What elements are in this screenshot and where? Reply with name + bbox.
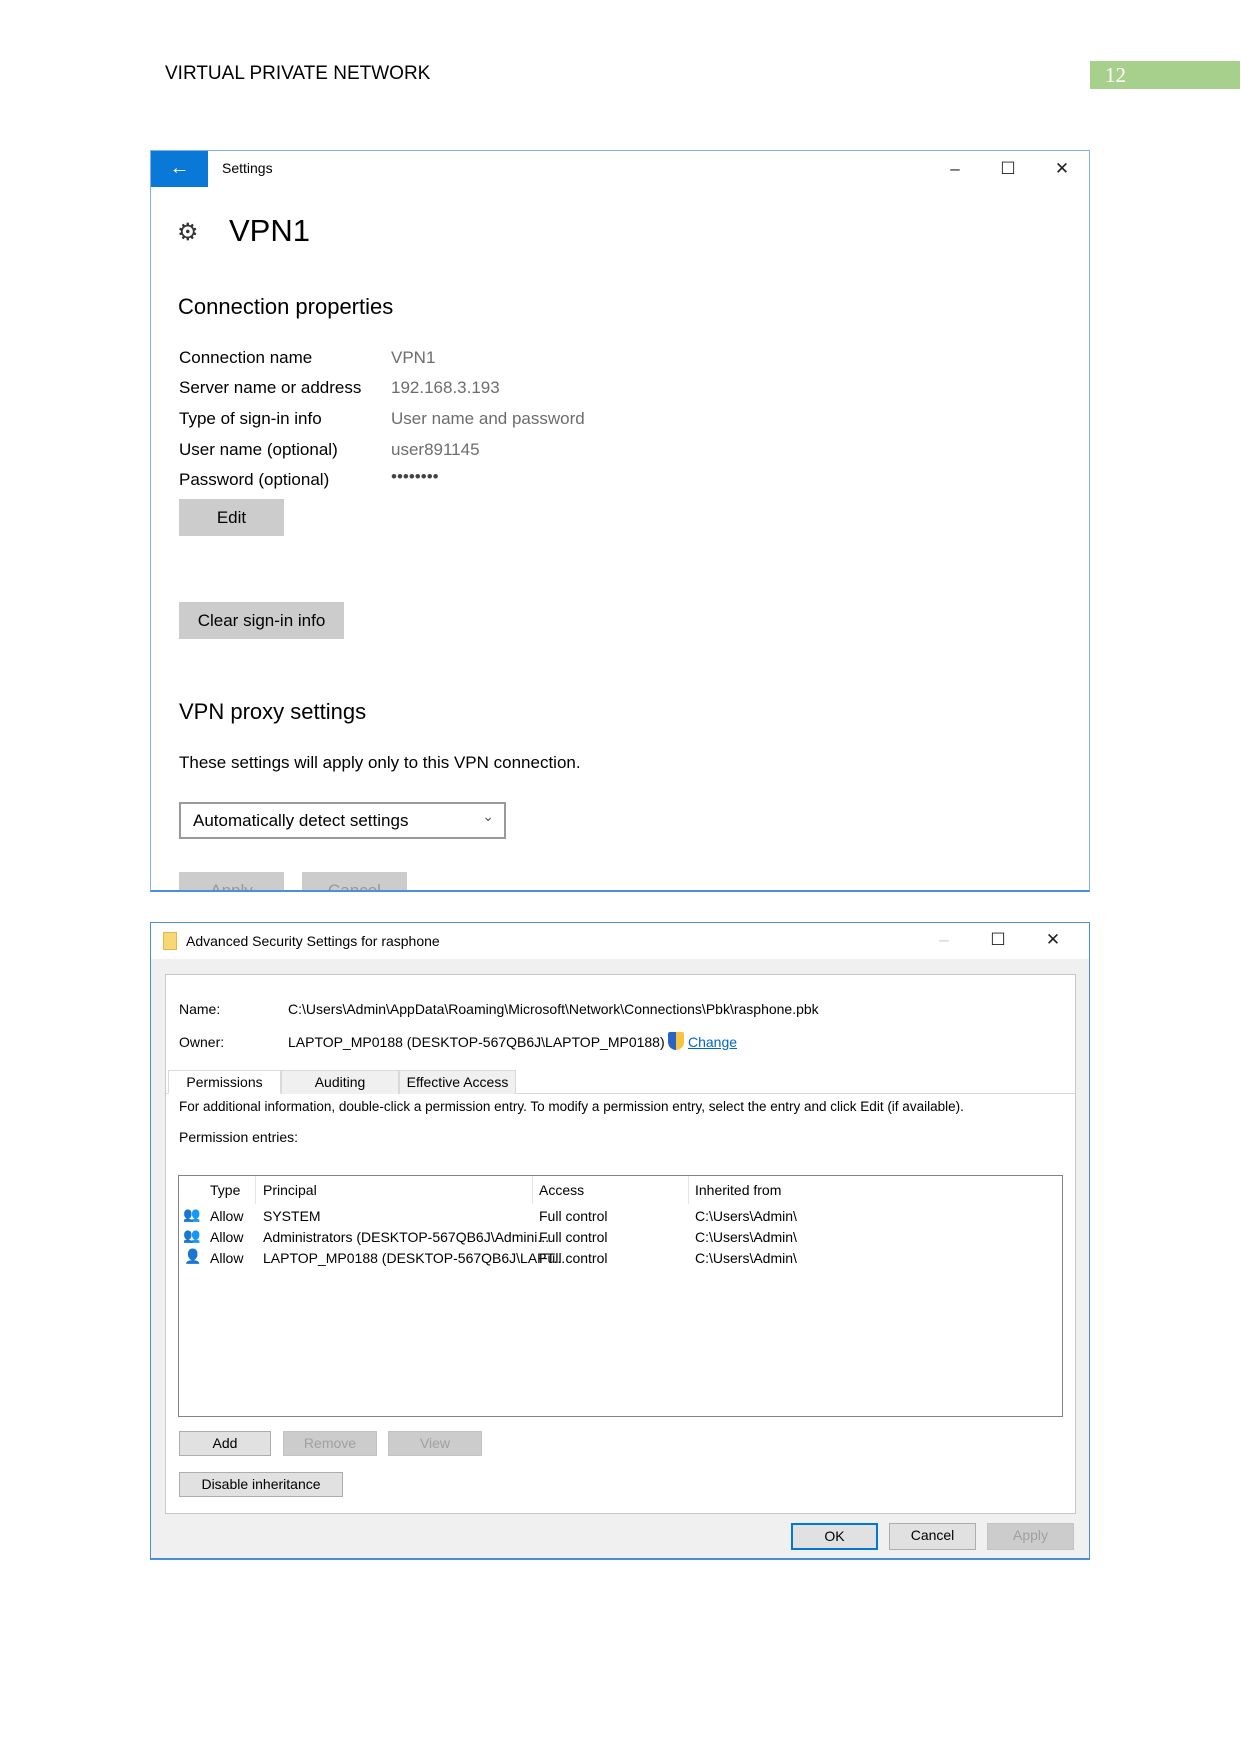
table-row[interactable]: 👤 Allow LAPTOP_MP0188 (DESKTOP-567QB6J\L… — [179, 1248, 1062, 1270]
disable-inheritance-button[interactable]: Disable inheritance — [179, 1472, 343, 1497]
remove-button[interactable]: Remove — [283, 1431, 377, 1456]
proxy-note: These settings will apply only to this V… — [179, 753, 581, 772]
clear-sign-in-button[interactable]: Clear sign-in info — [179, 602, 344, 639]
minimize-button[interactable]: – — [940, 156, 970, 182]
property-value: 192.168.3.193 — [391, 378, 500, 397]
folder-icon — [163, 932, 177, 950]
property-label: Server name or address — [179, 378, 362, 397]
cell-inherited: C:\Users\Admin\ — [695, 1250, 797, 1266]
column-separator — [688, 1176, 689, 1204]
settings-window: ← Settings – ☐ ✕ ⚙ VPN1 Connection prope… — [150, 150, 1090, 892]
property-value: •••••••• — [391, 467, 439, 486]
apply-button[interactable]: Apply — [179, 872, 284, 890]
cell-inherited: C:\Users\Admin\ — [695, 1208, 797, 1224]
column-separator — [532, 1176, 533, 1204]
cell-principal: SYSTEM — [263, 1208, 321, 1224]
view-button[interactable]: View — [388, 1431, 482, 1456]
page-number: 12 — [1090, 61, 1240, 89]
edit-button[interactable]: Edit — [179, 499, 284, 536]
property-label: Password (optional) — [179, 470, 330, 489]
group-icon: 👥 — [183, 1206, 201, 1222]
owner-label: Owner: — [179, 1034, 225, 1050]
chevron-down-icon: ⌄ — [482, 808, 494, 824]
proxy-select-value: Automatically detect settings — [193, 811, 409, 830]
arrow-left-icon: ← — [169, 157, 190, 179]
document-header: VIRTUAL PRIVATE NETWORK — [165, 63, 431, 84]
apply-button[interactable]: Apply — [987, 1523, 1074, 1550]
cell-access: Full control — [539, 1208, 608, 1224]
cell-access: Full control — [539, 1250, 608, 1266]
table-row[interactable]: 👥 Allow SYSTEM Full control C:\Users\Adm… — [179, 1206, 1062, 1228]
window-title: Advanced Security Settings for rasphone — [186, 933, 440, 949]
cancel-button[interactable]: Cancel — [889, 1523, 976, 1550]
ok-button[interactable]: OK — [791, 1523, 878, 1550]
close-button[interactable]: ✕ — [1038, 927, 1068, 953]
name-value: C:\Users\Admin\AppData\Roaming\Microsoft… — [288, 1001, 819, 1017]
permission-entries-list[interactable]: Type Principal Access Inherited from 👥 A… — [178, 1175, 1063, 1417]
cell-principal: LAPTOP_MP0188 (DESKTOP-567QB6J\LAPT... — [263, 1250, 566, 1266]
property-label: Type of sign-in info — [179, 409, 322, 428]
property-value: User name and password — [391, 409, 585, 428]
column-access[interactable]: Access — [539, 1182, 584, 1198]
shield-icon — [668, 1032, 684, 1050]
back-button[interactable]: ← — [151, 151, 208, 187]
gear-icon: ⚙ — [177, 219, 199, 246]
cell-inherited: C:\Users\Admin\ — [695, 1229, 797, 1245]
column-type[interactable]: Type — [210, 1182, 240, 1198]
property-label: User name (optional) — [179, 440, 338, 459]
user-icon: 👤 — [184, 1248, 202, 1264]
group-icon: 👥 — [183, 1227, 201, 1243]
vpn-proxy-heading: VPN proxy settings — [179, 699, 367, 724]
column-separator — [255, 1176, 256, 1204]
property-value: user891145 — [391, 440, 480, 459]
property-value: VPN1 — [391, 348, 436, 367]
tab-effective-access[interactable]: Effective Access — [399, 1070, 516, 1094]
connection-properties-heading: Connection properties — [178, 294, 394, 319]
proxy-select[interactable]: Automatically detect settings ⌄ — [179, 802, 506, 839]
column-inherited[interactable]: Inherited from — [695, 1182, 781, 1198]
page-title: VPN1 — [229, 213, 310, 248]
cell-type: Allow — [210, 1250, 244, 1266]
owner-value: LAPTOP_MP0188 (DESKTOP-567QB6J\LAPTOP_MP… — [288, 1034, 665, 1050]
cell-type: Allow — [210, 1208, 244, 1224]
minimize-button[interactable]: – — [929, 927, 959, 953]
cell-type: Allow — [210, 1229, 244, 1245]
tab-permissions[interactable]: Permissions — [168, 1070, 281, 1094]
maximize-button[interactable]: ☐ — [993, 156, 1023, 182]
add-button[interactable]: Add — [179, 1431, 271, 1456]
cell-access: Full control — [539, 1229, 608, 1245]
property-label: Connection name — [179, 348, 313, 367]
table-row[interactable]: 👥 Allow Administrators (DESKTOP-567QB6J\… — [179, 1227, 1062, 1249]
advanced-security-window: Advanced Security Settings for rasphone … — [150, 922, 1090, 1560]
entries-label: Permission entries: — [179, 1129, 299, 1145]
name-label: Name: — [179, 1001, 221, 1017]
info-text: For additional information, double-click… — [179, 1099, 964, 1114]
cell-principal: Administrators (DESKTOP-567QB6J\Admini..… — [263, 1229, 550, 1245]
cancel-button[interactable]: Cancel — [302, 872, 407, 890]
close-button[interactable]: ✕ — [1047, 156, 1077, 182]
window-title: Settings — [222, 160, 273, 176]
permissions-panel: Name: C:\Users\Admin\AppData\Roaming\Mic… — [165, 974, 1076, 1514]
column-principal[interactable]: Principal — [263, 1182, 317, 1198]
change-owner-link[interactable]: Change — [688, 1034, 737, 1050]
tab-auditing[interactable]: Auditing — [281, 1070, 399, 1094]
maximize-button[interactable]: ☐ — [983, 927, 1013, 953]
